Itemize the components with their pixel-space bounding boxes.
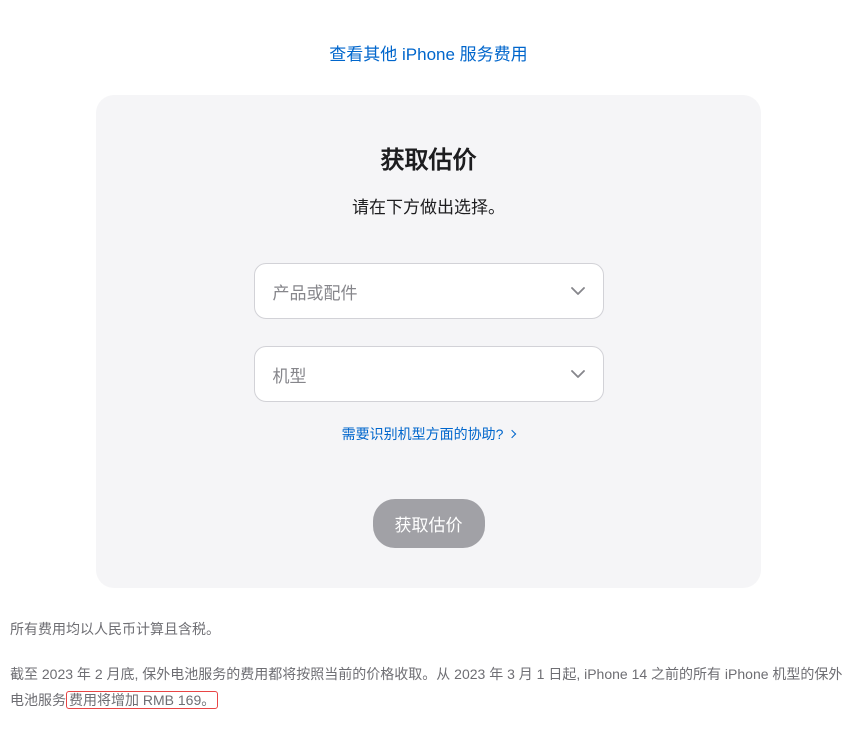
model-select-placeholder: 机型 (273, 362, 307, 387)
chevron-down-icon (571, 287, 585, 295)
card-title: 获取估价 (146, 140, 711, 175)
estimate-card: 获取估价 请在下方做出选择。 产品或配件 机型 需要识别机型方面的协助? 获取估… (96, 95, 761, 588)
chevron-down-icon (571, 370, 585, 378)
card-subtitle: 请在下方做出选择。 (146, 193, 711, 218)
product-select-placeholder: 产品或配件 (273, 279, 358, 304)
model-select[interactable]: 机型 (254, 346, 604, 402)
footer-text: 所有费用均以人民币计算且含税。 截至 2023 年 2 月底, 保外电池服务的费… (0, 588, 857, 742)
product-select-wrapper: 产品或配件 (254, 263, 604, 319)
page-container: 查看其他 iPhone 服务费用 获取估价 请在下方做出选择。 产品或配件 机型… (0, 0, 857, 742)
product-select[interactable]: 产品或配件 (254, 263, 604, 319)
footer-highlight: 费用将增加 RMB 169。 (66, 691, 218, 709)
get-estimate-button[interactable]: 获取估价 (373, 499, 485, 548)
chevron-right-icon (508, 430, 516, 438)
help-link-text: 需要识别机型方面的协助? (342, 424, 504, 444)
model-select-wrapper: 机型 (254, 346, 604, 402)
footer-line2: 截至 2023 年 2 月底, 保外电池服务的费用都将按照当前的价格收取。从 2… (10, 661, 847, 714)
footer-line1: 所有费用均以人民币计算且含税。 (10, 616, 847, 643)
help-link[interactable]: 需要识别机型方面的协助? (146, 424, 711, 444)
top-link[interactable]: 查看其他 iPhone 服务费用 (0, 0, 857, 95)
